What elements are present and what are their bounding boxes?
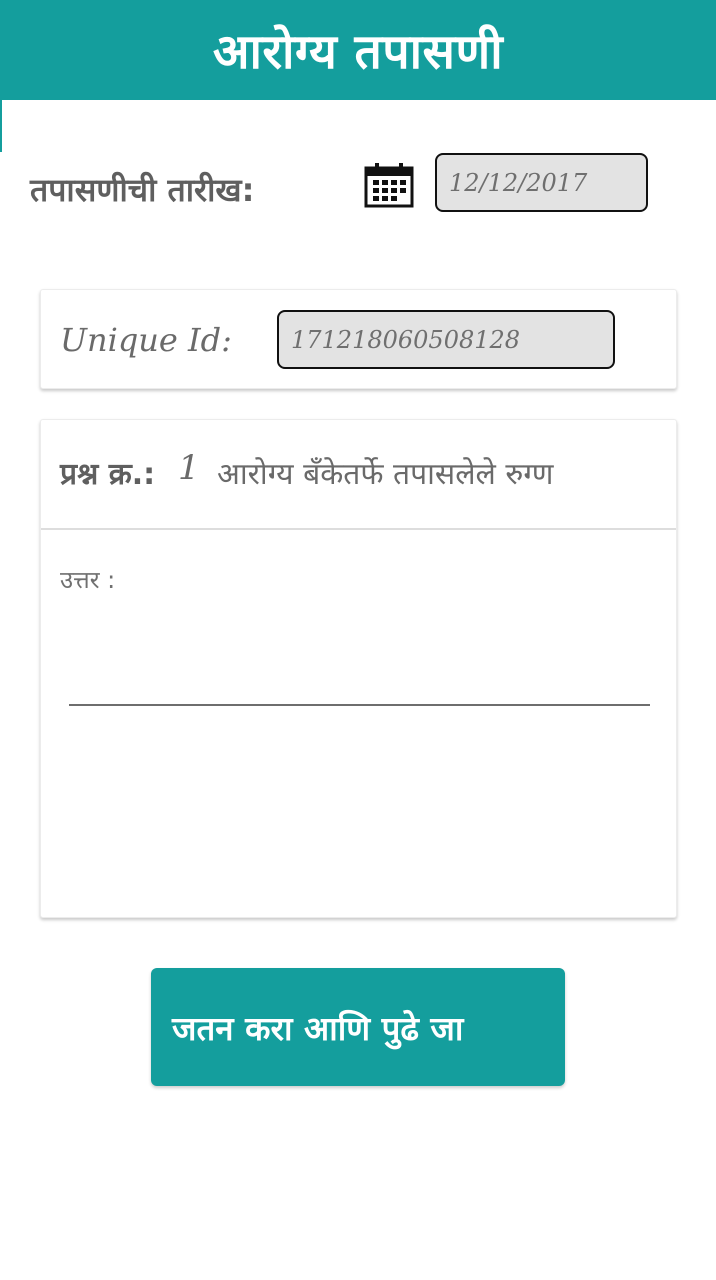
question-number: 1 <box>178 448 200 488</box>
question-card: प्रश्न क्र.: 1 आरोग्य बँकेतर्फे तपासलेले… <box>40 419 677 918</box>
app-header: आरोग्य तपासणी <box>0 0 716 100</box>
date-field[interactable]: 12/12/2017 <box>435 153 648 212</box>
answer-label: उत्तर : <box>60 566 116 594</box>
unique-id-card: Unique Id: 171218060508128 <box>40 289 677 389</box>
question-number-label: प्रश्न क्र.: <box>60 457 156 492</box>
save-and-next-label: जतन करा आणि पुढे जा <box>172 1008 464 1048</box>
unique-id-field[interactable]: 171218060508128 <box>277 310 615 369</box>
header-edge-accent <box>0 100 2 152</box>
question-text: आरोग्य बँकेतर्फे तपासलेले रुग्ण <box>217 457 554 492</box>
unique-id-label: Unique Id: <box>60 321 232 359</box>
save-and-next-button[interactable]: जतन करा आणि पुढे जा <box>151 968 565 1086</box>
answer-input[interactable] <box>69 652 650 706</box>
calendar-icon[interactable] <box>364 162 414 208</box>
question-header: प्रश्न क्र.: 1 आरोग्य बँकेतर्फे तपासलेले… <box>41 420 676 530</box>
date-label: तपासणीची तारीख: <box>30 171 255 209</box>
page-title: आरोग्य तपासणी <box>212 23 504 80</box>
app-screen: आरोग्य तपासणी तपासणीची तारीख: 12/12/2017… <box>0 0 716 1280</box>
date-row: तपासणीची तारीख: 12/12/2017 <box>0 150 716 230</box>
